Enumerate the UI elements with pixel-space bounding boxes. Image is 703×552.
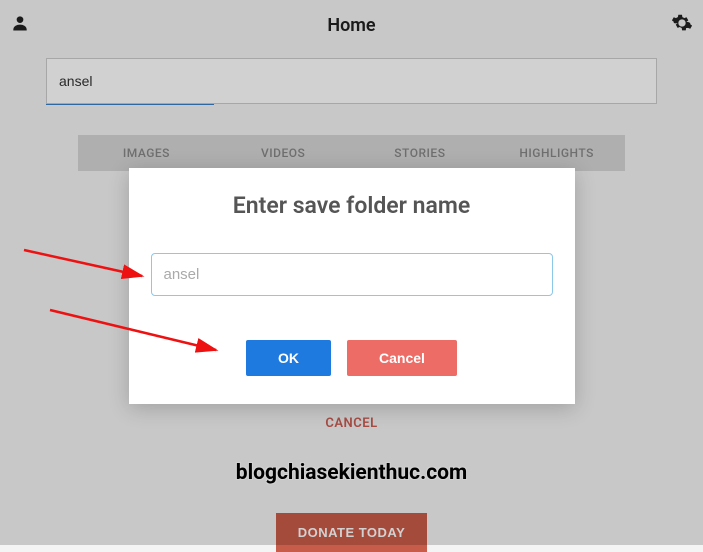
save-folder-modal: Enter save folder name OK Cancel — [129, 168, 575, 404]
modal-title: Enter save folder name — [151, 192, 553, 219]
cancel-button[interactable]: Cancel — [347, 340, 457, 376]
modal-overlay: Enter save folder name OK Cancel — [0, 0, 703, 545]
ok-button[interactable]: OK — [246, 340, 331, 376]
modal-actions: OK Cancel — [151, 340, 553, 376]
folder-name-input[interactable] — [151, 253, 553, 296]
